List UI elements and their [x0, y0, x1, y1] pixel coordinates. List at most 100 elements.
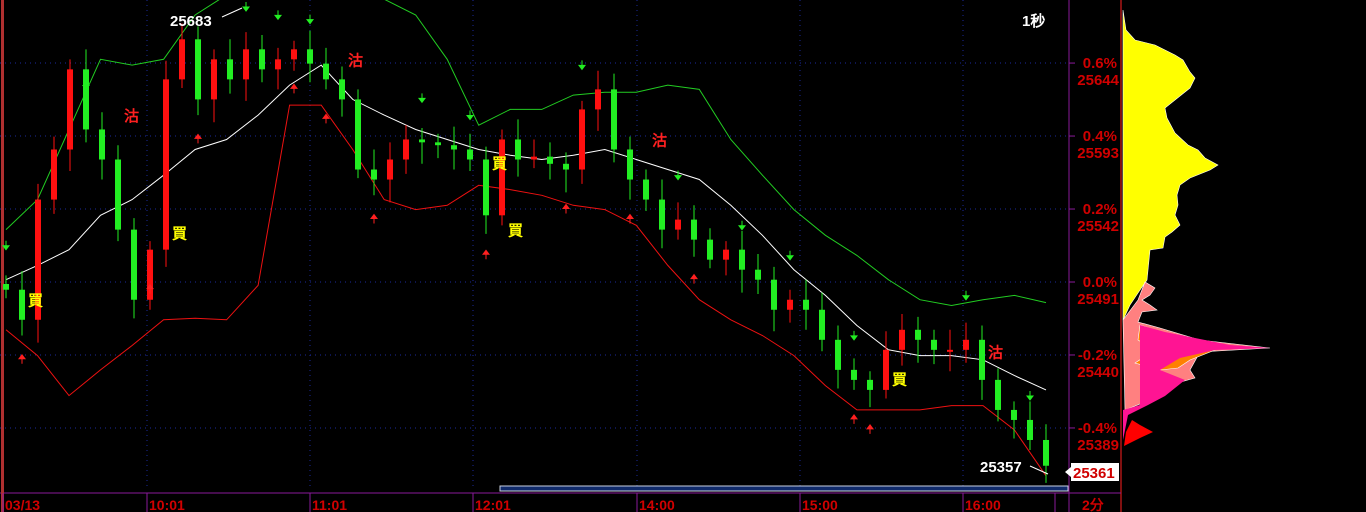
up-arrow-icon: [290, 83, 298, 94]
x-tick-label: 11:01: [312, 497, 347, 512]
candle-down: [323, 63, 329, 80]
candle-down: [99, 129, 105, 160]
y-tick-pct: 0.2%: [1083, 201, 1117, 218]
candle-down: [259, 49, 265, 70]
candle-up: [291, 49, 297, 60]
y-tick-pct: 0.0%: [1083, 274, 1117, 291]
candle-down: [739, 249, 745, 270]
candle-up: [179, 39, 185, 80]
candle-up: [899, 329, 905, 350]
profile-magenta: [1123, 325, 1270, 440]
y-tick-pct: 0.4%: [1083, 128, 1117, 145]
x-tick-label: 15:00: [802, 497, 838, 512]
candle-down: [547, 156, 553, 164]
candle-down: [995, 379, 1001, 410]
left-edge-bar: [1, 0, 4, 512]
candle-up: [387, 159, 393, 180]
candle-up: [531, 156, 537, 160]
candle-down: [1043, 439, 1049, 466]
candle-down: [563, 163, 569, 170]
signals: 買買 買買買沽沽沽沽: [2, 2, 1034, 434]
candle-up: [579, 109, 585, 170]
down-arrow-icon: [1026, 390, 1034, 401]
candle-up: [275, 59, 281, 70]
candle-down: [1011, 409, 1017, 420]
down-arrow-icon: [274, 10, 282, 21]
down-arrow-icon: [418, 93, 426, 104]
bottom-right-label: 2分: [1082, 497, 1104, 512]
candle-down: [371, 169, 377, 180]
band-lower: [5, 104, 1047, 477]
profile-yellow: [1122, 9, 1219, 321]
down-arrow-icon: [578, 60, 586, 71]
y-tick-price: 25440: [1077, 364, 1119, 381]
high-leader-line: [221, 7, 243, 18]
candle-down: [851, 369, 857, 380]
candle-up: [67, 69, 73, 150]
candle-down: [451, 145, 457, 150]
candle-up: [243, 49, 249, 80]
candle-down: [515, 139, 521, 160]
candle-down: [19, 289, 25, 320]
candle-up: [499, 139, 505, 216]
candle-down: [307, 49, 313, 64]
candle-down: [643, 179, 649, 200]
y-tick-pct: -0.4%: [1078, 420, 1117, 437]
candle-down: [1027, 419, 1033, 440]
up-arrow-icon: [850, 414, 858, 424]
x-tick-label: 10:01: [149, 497, 185, 512]
x-tick-label: 03/13: [5, 497, 40, 512]
up-arrow-icon: [866, 424, 874, 434]
candle-down: [195, 39, 201, 100]
candle-up: [883, 349, 889, 390]
candle-down: [915, 329, 921, 340]
candle-down: [483, 159, 489, 216]
candle-up: [403, 139, 409, 160]
x-tick-label: 16:00: [965, 497, 1001, 512]
down-arrow-icon: [242, 2, 250, 12]
candle-down: [835, 339, 841, 370]
scroll-bar[interactable]: [499, 485, 1069, 492]
up-arrow-icon: [626, 213, 634, 224]
up-arrow-icon: [482, 249, 490, 260]
up-arrow-icon: [18, 353, 26, 364]
sell-signal: 沽: [988, 343, 1003, 361]
candle-down: [467, 149, 473, 160]
up-arrow-icon: [690, 273, 698, 284]
y-tick-price: 25389: [1077, 437, 1119, 454]
low-leader-line: [1029, 465, 1049, 475]
candle-up: [723, 249, 729, 260]
candle-down: [435, 142, 441, 146]
up-arrow-icon: [562, 203, 570, 214]
low-price-label: 25357: [980, 459, 1022, 476]
candle-up: [947, 349, 953, 352]
candle-up: [963, 339, 969, 350]
candle-down: [339, 79, 345, 100]
y-tick-price: 25491: [1077, 291, 1119, 308]
last-price-pointer-icon: [1065, 467, 1071, 477]
candle-down: [867, 379, 873, 390]
candle-down: [659, 199, 665, 230]
candle-down: [131, 229, 137, 300]
interval-label: 1秒: [1022, 12, 1045, 30]
up-arrow-icon: [322, 113, 330, 124]
bollinger-bands: [5, 0, 1047, 477]
volume-profile: [1122, 9, 1271, 446]
candles: [3, 23, 1049, 483]
candle-down: [931, 339, 937, 350]
y-tick-pct: -0.2%: [1078, 347, 1117, 364]
y-tick-pct: 0.6%: [1083, 55, 1117, 72]
time-axis: 03/13 10:01 11:01 12:01 14:00 15:00 16:00: [2, 493, 1056, 512]
sell-signal: 沽: [652, 131, 667, 149]
high-price-label: 25683: [170, 13, 212, 30]
candlestick-chart: 買買 買買買沽沽沽沽 0.6%256440.4%255930.2%255420.0…: [0, 0, 1271, 512]
last-price-label: 25361: [1073, 465, 1115, 482]
candle-down: [707, 239, 713, 260]
candle-down: [691, 219, 697, 240]
candle-down: [979, 339, 985, 380]
candle-up: [675, 219, 681, 230]
candle-up: [211, 59, 217, 100]
y-tick-price: 25593: [1077, 145, 1119, 162]
candle-down: [355, 99, 361, 170]
down-arrow-icon: [738, 220, 746, 231]
